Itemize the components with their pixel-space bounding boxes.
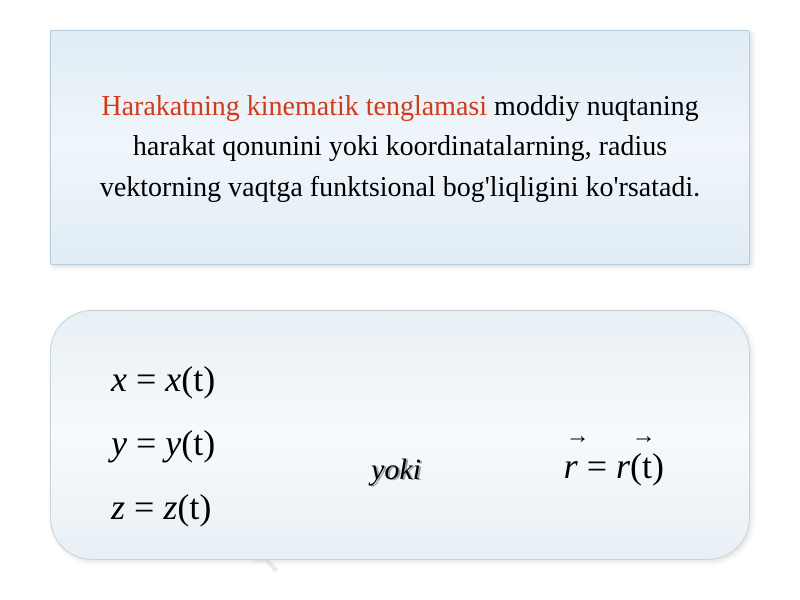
description-text: Harakatning kinematik tenglamasi moddiy … (91, 87, 709, 209)
equation-x: x = x(t) (111, 349, 215, 410)
equation-y: y = y(t) (111, 413, 215, 474)
equations-block: x = x(t) y = y(t) z = z(t) yoki yoki → →… (101, 341, 699, 529)
equation-vector-r: → → r = r(t) (564, 436, 664, 497)
vector-arrow-icon: → (632, 416, 656, 457)
description-highlight: Harakatning kinematik tenglamasi (101, 91, 487, 122)
vector-arrow-icon: → (566, 416, 590, 457)
or-connector: yoki yoki (371, 453, 421, 487)
equation-z: z = z(t) (111, 477, 211, 538)
equations-panel: x = x(t) y = y(t) z = z(t) yoki yoki → →… (50, 310, 750, 560)
description-panel: Harakatning kinematik tenglamasi moddiy … (50, 30, 750, 265)
